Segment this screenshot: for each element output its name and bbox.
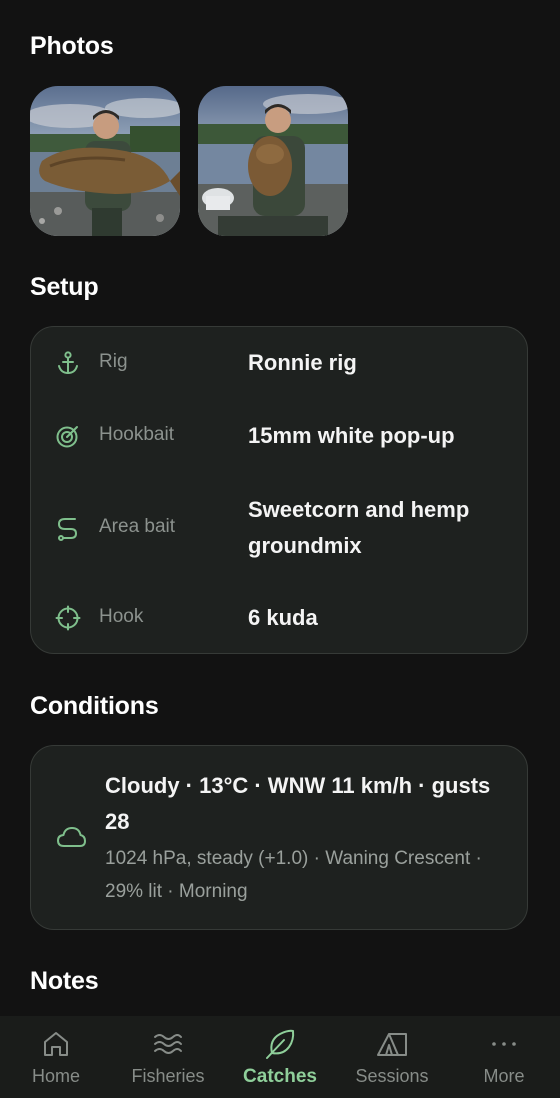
catch-photo-1[interactable] [30,86,180,236]
setup-value-area-bait: Sweetcorn and hemp groundmix [248,497,470,558]
crosshair-icon [55,605,81,631]
setup-label-area-bait: Area bait [99,516,176,537]
conditions-summary: Cloudy · 13°C · WNW 11 km/h · gusts 28 [105,773,491,834]
tent-icon [377,1033,407,1056]
setup-row-hook: Hook 6 kuda [31,600,527,636]
target-icon [56,426,78,448]
setup-label-hookbait: Hookbait [99,424,174,445]
nav-item-more[interactable]: More [448,1016,560,1098]
route-icon [57,518,78,541]
nav-label-sessions: Sessions [355,1066,429,1086]
waves-icon [154,1034,182,1054]
nav-item-fisheries[interactable]: Fisheries [112,1016,224,1098]
setup-row-hookbait: Hookbait 15mm white pop-up [31,418,527,454]
setup-row-rig: Rig Ronnie rig [31,345,527,381]
setup-row-area-bait: Area bait Sweetcorn and hemp groundmix [31,492,527,564]
nav-item-catches[interactable]: Catches [224,1016,336,1098]
anchor-icon [58,351,78,375]
nav-label-home: Home [31,1066,80,1086]
section-title-conditions: Conditions [30,692,159,720]
conditions-details: 1024 hPa, steady (+1.0) · Waning Crescen… [105,848,482,902]
home-icon [44,1032,68,1056]
nav-item-sessions[interactable]: Sessions [336,1016,448,1098]
setup-label-rig: Rig [99,351,128,372]
photos-row [30,86,348,236]
more-icon [492,1042,516,1046]
leaf-icon [266,1029,295,1059]
section-title-setup: Setup [30,273,99,301]
bottom-nav: Home Fisheries Catches Sessions More [0,1016,560,1098]
nav-item-home[interactable]: Home [0,1016,112,1098]
setup-value-hookbait: 15mm white pop-up [248,423,455,448]
nav-label-catches: Catches [243,1066,317,1087]
section-title-notes: Notes [30,967,99,995]
setup-value-hook: 6 kuda [248,605,318,630]
cloud-icon [57,827,86,847]
section-title-photos: Photos [30,32,114,60]
nav-label-more: More [483,1066,525,1086]
setup-value-rig: Ronnie rig [248,350,357,375]
setup-card: Rig Ronnie rig Hookbait 15mm white pop-u… [30,326,528,654]
setup-label-hook: Hook [99,606,144,627]
conditions-card: Cloudy · 13°C · WNW 11 km/h · gusts 28 1… [30,745,528,930]
catch-photo-2[interactable] [198,86,348,236]
nav-label-fisheries: Fisheries [131,1066,205,1086]
